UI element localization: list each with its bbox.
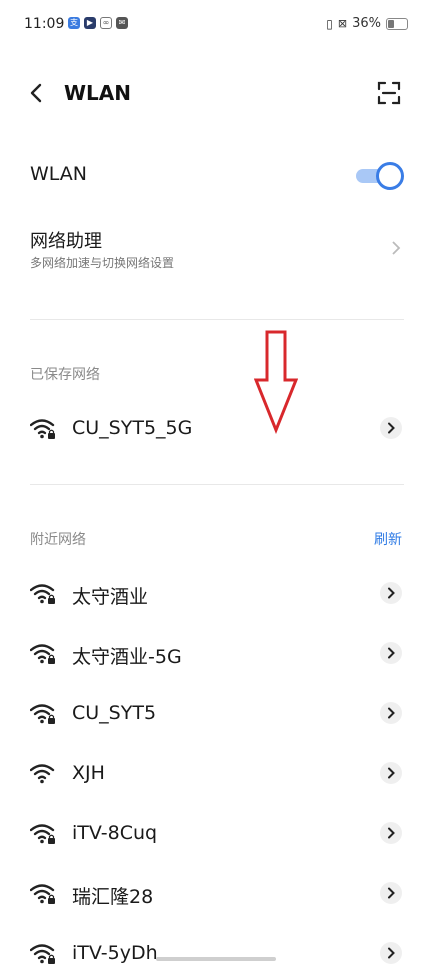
nearby-network-row[interactable]: XJH [0,751,432,795]
network-details-button[interactable] [380,942,402,964]
app-notification-icon: ✉ [116,17,128,29]
network-details-button[interactable] [380,762,402,784]
nearby-network-row[interactable]: iTV-8Cuq [0,811,432,855]
status-app-icons: 支 ▶ ∞ ✉ [68,17,128,29]
wifi-locked-icon [30,704,55,724]
saved-network-row[interactable]: CU_SYT5_5G [0,406,432,450]
wlan-toggle-switch[interactable] [356,162,404,190]
no-sim-icon: ⊠ [337,17,348,30]
battery-percent: 36% [352,16,381,31]
status-bar: 11:09 支 ▶ ∞ ✉ ▯ ⊠ 36% [0,0,432,52]
divider [30,319,404,320]
network-name: iTV-8Cuq [72,822,158,844]
network-details-button[interactable] [380,702,402,724]
nearby-network-row[interactable]: 太守酒业-5G [0,631,432,675]
wifi-locked-icon [30,584,55,604]
network-details-button[interactable] [380,882,402,904]
network-details-button[interactable] [380,822,402,844]
battery-icon [386,17,408,30]
status-time: 11:09 [24,16,65,32]
wlan-toggle-row[interactable]: WLAN [0,150,432,200]
vibrate-icon: ▯ [326,16,333,31]
wifi-locked-icon [30,419,55,439]
back-arrow-icon[interactable] [24,80,50,106]
app-notification-icon: ∞ [100,17,112,29]
network-name: CU_SYT5_5G [72,417,193,439]
network-details-button[interactable] [380,417,402,439]
divider [30,484,404,485]
network-name: iTV-5yDh [72,942,158,964]
chevron-right-icon [392,241,401,255]
home-indicator [156,957,276,961]
wifi-locked-icon [30,824,55,844]
refresh-button[interactable]: 刷新 [374,529,402,549]
network-name: 太守酒业 [72,586,149,608]
app-notification-icon: ▶ [84,17,96,29]
wifi-locked-icon [30,944,55,964]
network-details-button[interactable] [380,642,402,664]
wifi-icon [30,764,55,784]
network-name: CU_SYT5 [72,702,157,724]
wifi-locked-icon [30,644,55,664]
nearby-network-row[interactable]: 瑞汇隆28 [0,871,432,915]
app-header: WLAN [0,70,432,118]
status-indicators: ▯ ⊠ 36% [326,16,408,31]
network-details-button[interactable] [380,582,402,604]
annotation-arrow-down [254,330,298,434]
network-name: XJH [72,762,105,784]
network-assistant-title: 网络助理 [30,231,102,252]
wlan-label: WLAN [30,163,88,185]
network-assistant-row[interactable]: 网络助理 多网络加速与切换网络设置 [0,222,432,278]
nearby-network-row[interactable]: 太守酒业 [0,571,432,615]
wifi-locked-icon [30,884,55,904]
network-name: 太守酒业-5G [72,646,182,668]
nearby-networks-title: 附近网络 [30,532,86,548]
nearby-network-row[interactable]: CU_SYT5 [0,691,432,735]
app-notification-icon: 支 [68,17,80,29]
network-assistant-subtitle: 多网络加速与切换网络设置 [30,256,175,270]
toggle-knob [376,162,404,190]
network-name: 瑞汇隆28 [72,886,154,908]
scan-qr-icon[interactable] [376,80,402,106]
saved-networks-title: 已保存网络 [30,367,100,383]
page-title: WLAN [64,81,132,105]
